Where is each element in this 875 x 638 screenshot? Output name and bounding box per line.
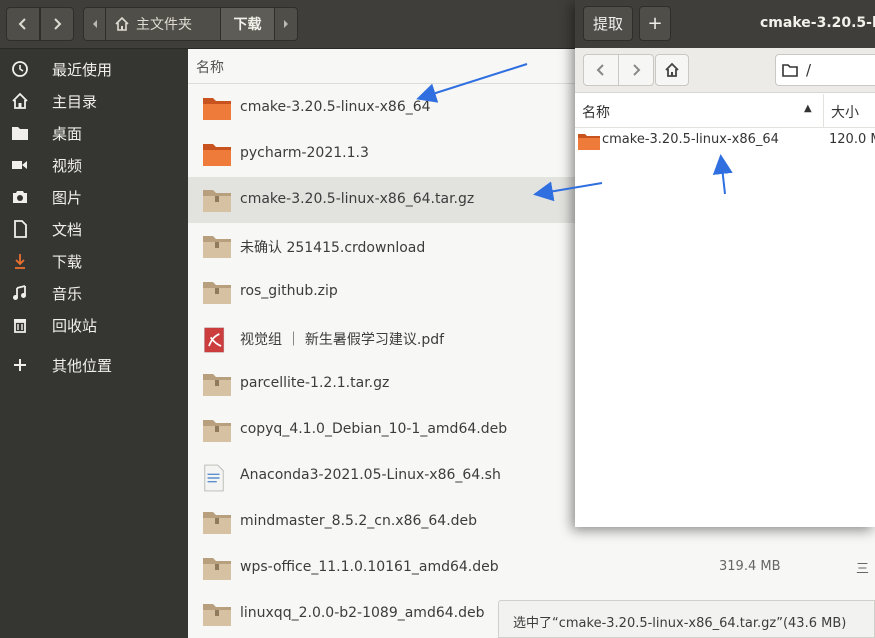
archive-icon	[202, 417, 232, 443]
pdf-icon	[202, 325, 232, 353]
file-name: cmake-3.20.5-linux-x86_64.tar.gz	[240, 191, 475, 207]
folder-icon	[782, 64, 798, 77]
sidebar-item-label: 图片	[52, 188, 83, 207]
archive-icon	[202, 233, 232, 259]
sidebar-item-trash[interactable]: 回收站	[0, 309, 188, 341]
archive-location-text: /	[806, 61, 812, 79]
breadcrumb-downloads-label: 下载	[233, 17, 262, 33]
folder-icon	[578, 134, 600, 150]
breadcrumb-scroll-left[interactable]	[84, 8, 106, 40]
file-name: 视觉组 ｜ 新生暑假学习建议.pdf	[240, 332, 445, 348]
sidebar-item-label: 回收站	[52, 316, 98, 335]
camera-icon	[10, 187, 30, 207]
archive-forward-button[interactable]	[618, 54, 654, 86]
file-name: pycharm-2021.1.3	[240, 145, 369, 161]
status-bar: 选中了“cmake-3.20.5-linux-x86_64.tar.gz”(43…	[498, 600, 875, 638]
folder-icon	[202, 95, 232, 121]
caret-right-icon	[284, 20, 288, 28]
sidebar: 最近使用 主目录 桌面 视频 图片 文档 下载 音乐 回收站 其他位置	[0, 49, 188, 638]
sidebar-item-music[interactable]: 音乐	[0, 277, 188, 309]
archive-location-field[interactable]: /	[775, 54, 875, 86]
sidebar-item-label: 下载	[52, 252, 83, 271]
clock-icon	[10, 59, 30, 79]
file-row[interactable]: wps-office_11.1.0.10161_amd64.deb 319.4 M…	[188, 545, 875, 591]
archive-column-size[interactable]: 大小	[831, 102, 859, 122]
download-icon	[10, 251, 30, 271]
archive-icon	[202, 279, 232, 305]
file-name: copyq_4.1.0_Debian_10-1_amd64.deb	[240, 421, 508, 437]
folder-icon	[10, 123, 30, 143]
file-name: cmake-3.20.5-linux-x86_64	[240, 99, 431, 115]
add-button[interactable]: +	[639, 6, 671, 41]
column-name-label: 名称	[196, 60, 224, 76]
file-size: 319.4 MB	[719, 559, 781, 574]
sidebar-item-pictures[interactable]: 图片	[0, 181, 188, 213]
breadcrumb-scroll-right[interactable]	[275, 8, 297, 40]
sidebar-item-other-locations[interactable]: 其他位置	[0, 349, 188, 381]
home-icon	[10, 91, 30, 111]
extract-button[interactable]: 提取	[583, 6, 633, 41]
archive-list-item[interactable]: cmake-3.20.5-linux-x86_64 120.0 MB	[575, 128, 875, 154]
document-icon	[10, 219, 30, 239]
sidebar-item-label: 文档	[52, 220, 83, 239]
home-icon	[665, 62, 679, 77]
trash-icon	[10, 315, 30, 335]
archive-icon	[202, 601, 232, 627]
sidebar-item-home[interactable]: 主目录	[0, 85, 188, 117]
sidebar-item-videos[interactable]: 视频	[0, 149, 188, 181]
file-name: ros_github.zip	[240, 283, 338, 299]
breadcrumb-downloads[interactable]: 下载	[221, 8, 275, 40]
chevron-left-icon	[596, 64, 604, 76]
back-button[interactable]	[6, 7, 40, 41]
file-name: Anaconda3-2021.05-Linux-x86_64.sh	[240, 467, 501, 483]
music-icon	[10, 283, 30, 303]
column-divider	[823, 94, 824, 128]
sidebar-item-label: 桌面	[52, 124, 83, 143]
file-name: 未确认 251415.crdownload	[240, 240, 426, 256]
breadcrumb-home-label: 主文件夹	[136, 17, 192, 33]
sidebar-item-desktop[interactable]: 桌面	[0, 117, 188, 149]
archive-item-name: cmake-3.20.5-linux-x86_64	[602, 132, 779, 147]
file-name: wps-office_11.1.0.10161_amd64.deb	[240, 559, 499, 575]
file-name: linuxqq_2.0.0-b2-1089_amd64.deb	[240, 605, 485, 621]
forward-button[interactable]	[40, 7, 74, 41]
script-file-icon	[202, 463, 232, 492]
file-name: mindmaster_8.5.2_cn.x86_64.deb	[240, 513, 478, 529]
plus-icon	[10, 355, 30, 375]
archive-back-button[interactable]	[583, 54, 619, 86]
caret-left-icon	[92, 20, 97, 28]
chevron-right-icon	[633, 64, 641, 76]
archive-icon	[202, 509, 232, 535]
sidebar-item-recent[interactable]: 最近使用	[0, 53, 188, 85]
breadcrumb-home[interactable]: 主文件夹	[106, 8, 221, 40]
breadcrumb: 主文件夹 下载	[83, 7, 298, 41]
sidebar-item-downloads[interactable]: 下载	[0, 245, 188, 277]
archive-item-size: 120.0 MB	[829, 132, 875, 147]
chevron-right-icon	[54, 18, 62, 30]
sidebar-item-label: 其他位置	[52, 356, 113, 375]
sidebar-item-label: 最近使用	[52, 60, 113, 79]
archive-manager-window: 提取 + cmake-3.20.5-linux-x86_64.tar.gz / …	[575, 0, 875, 527]
status-text: 选中了“cmake-3.20.5-linux-x86_64.tar.gz”(43…	[513, 616, 847, 631]
file-extra-column: 三	[856, 562, 870, 577]
sidebar-item-label: 视频	[52, 156, 83, 175]
archive-toolbar: /	[575, 48, 875, 93]
folder-icon	[202, 141, 232, 167]
archive-headerbar: 提取 + cmake-3.20.5-linux-x86_64.tar.gz	[575, 0, 875, 48]
sidebar-item-label: 音乐	[52, 284, 83, 303]
home-icon	[115, 16, 129, 31]
chevron-left-icon	[18, 18, 26, 30]
archive-icon	[202, 555, 232, 581]
archive-title: cmake-3.20.5-linux-x86_64.tar.gz	[760, 15, 875, 31]
archive-home-button[interactable]	[655, 54, 689, 86]
archive-icon	[202, 187, 232, 213]
sort-ascending-icon[interactable]: ▲	[804, 103, 812, 114]
archive-icon	[202, 371, 232, 397]
archive-column-header: 名称 ▲ 大小	[575, 94, 875, 128]
file-name: parcellite-1.2.1.tar.gz	[240, 375, 390, 391]
sidebar-item-label: 主目录	[52, 92, 98, 111]
sidebar-item-documents[interactable]: 文档	[0, 213, 188, 245]
video-icon	[10, 155, 30, 175]
archive-column-name[interactable]: 名称	[582, 102, 610, 122]
